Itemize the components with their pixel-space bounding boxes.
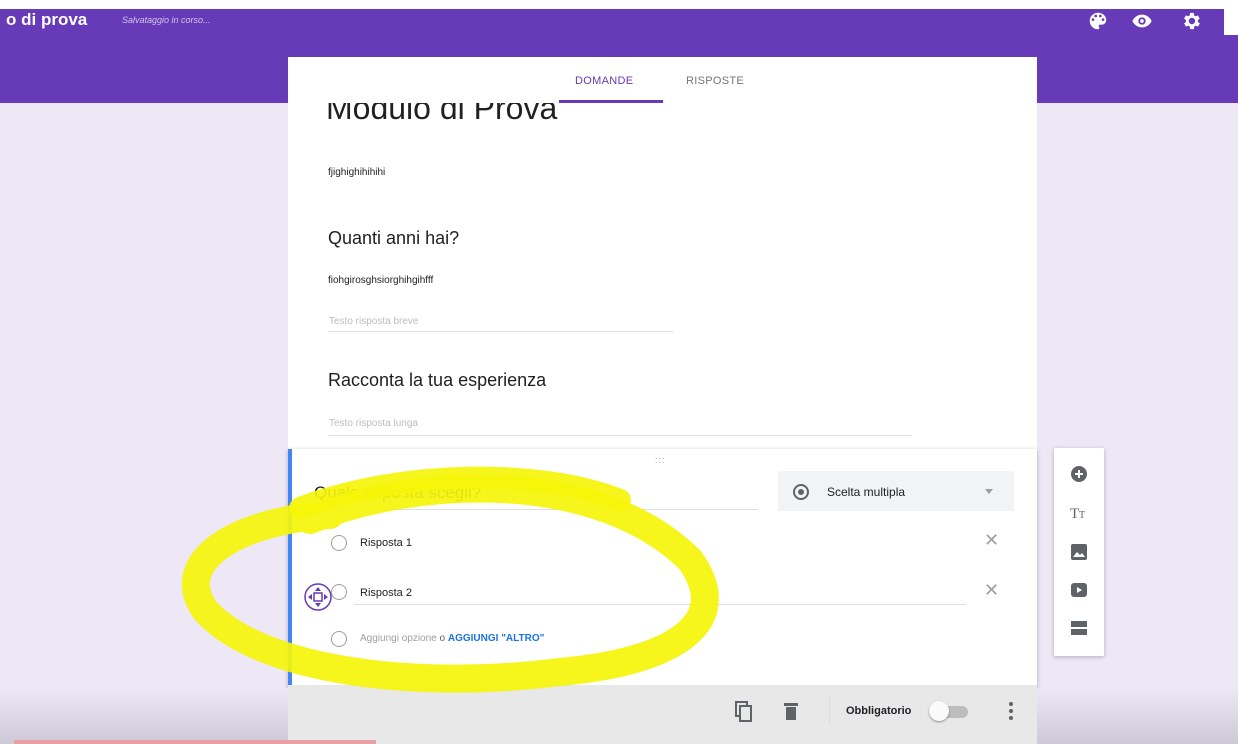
add-option-or: o <box>439 633 446 644</box>
account-area[interactable] <box>1224 9 1238 35</box>
add-video-icon[interactable] <box>1069 580 1089 600</box>
long-answer-line <box>328 435 912 436</box>
more-vert-icon[interactable] <box>1009 701 1013 721</box>
bottom-shade-right <box>1037 688 1238 744</box>
tab-bar: DOMANDE RISPOSTE <box>288 57 1037 103</box>
required-toggle-knob[interactable] <box>929 701 949 721</box>
eye-icon[interactable] <box>1131 10 1153 32</box>
duplicate-icon[interactable] <box>734 701 754 723</box>
option-radio-icon <box>331 535 347 551</box>
question-description[interactable]: fiohgirosghsiorghihgihfff <box>328 275 433 286</box>
form-name[interactable]: o di prova <box>6 10 87 30</box>
question-type-label: Scelta multipla <box>827 485 906 499</box>
option-label[interactable]: Risposta 1 <box>360 537 412 549</box>
add-option-radio-icon <box>331 631 347 647</box>
add-image-icon[interactable] <box>1069 542 1089 562</box>
short-answer-placeholder: Testo risposta breve <box>329 316 419 327</box>
add-option-row[interactable]: Aggiungi opzione o AGGIUNGI "ALTRO" <box>360 633 544 644</box>
long-answer-placeholder: Testo risposta lunga <box>329 418 418 429</box>
tab-domande[interactable]: DOMANDE <box>575 75 633 87</box>
saving-status: Salvataggio in corso... <box>122 15 211 25</box>
side-toolbar: T T <box>1054 448 1104 656</box>
tab-risposte[interactable]: RISPOSTE <box>686 75 744 87</box>
option-underline <box>354 604 966 605</box>
add-option-link[interactable]: Aggiungi opzione <box>360 633 437 644</box>
bottom-shade-left <box>0 688 288 744</box>
option-label[interactable]: Risposta 2 <box>360 587 412 599</box>
question-title[interactable]: Racconta la tua esperienza <box>328 370 546 391</box>
svg-text:T: T <box>1070 506 1079 522</box>
palette-icon[interactable] <box>1087 10 1109 32</box>
active-question-title[interactable]: Quale risposta scegli? <box>314 483 481 503</box>
form-description[interactable]: fjighighihihihi <box>328 167 385 178</box>
add-other-link[interactable]: AGGIUNGI "ALTRO" <box>448 633 545 644</box>
video-progress-bar <box>14 740 376 744</box>
add-section-icon[interactable] <box>1069 618 1089 638</box>
add-title-icon[interactable]: T T <box>1069 502 1089 522</box>
gear-icon[interactable] <box>1180 10 1202 32</box>
question-type-dropdown[interactable]: Scelta multipla <box>778 471 1014 511</box>
remove-option-icon[interactable]: ✕ <box>984 530 999 551</box>
required-label: Obbligatorio <box>846 705 912 717</box>
footer-divider <box>829 696 830 724</box>
short-answer-line <box>328 331 673 332</box>
form-card: Modulo di Prova DOMANDE RISPOSTE fjighig… <box>288 57 1037 449</box>
option-radio-icon <box>331 584 347 600</box>
drag-handle-icon[interactable]: ::: <box>655 455 666 465</box>
move-cursor-icon <box>304 583 332 611</box>
remove-option-icon[interactable]: ✕ <box>984 580 999 601</box>
trash-icon[interactable] <box>783 701 799 721</box>
active-tab-indicator <box>559 100 663 103</box>
add-question-icon[interactable] <box>1069 464 1089 484</box>
active-question-underline <box>314 509 758 510</box>
chevron-down-icon <box>985 489 993 494</box>
question-title[interactable]: Quanti anni hai? <box>328 228 459 249</box>
question-footer <box>288 685 1037 744</box>
active-question-card[interactable]: ::: Quale risposta scegli? Scelta multip… <box>288 449 1037 744</box>
svg-text:T: T <box>1079 510 1085 521</box>
window-top-strip <box>0 0 1238 9</box>
radio-button-icon <box>793 484 809 500</box>
